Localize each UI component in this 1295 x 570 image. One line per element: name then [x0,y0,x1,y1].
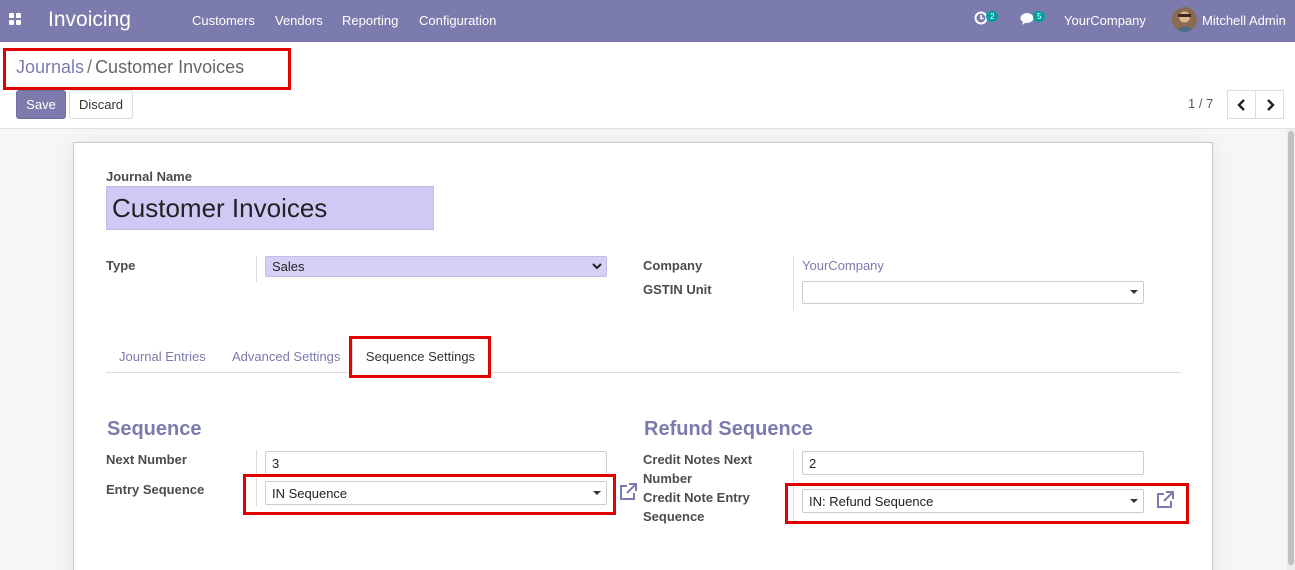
pager-value[interactable]: 1 / 7 [1188,96,1213,111]
credit-note-entry-sequence-label: Credit Note Entry Sequence [643,488,750,526]
caret-down-icon [1130,290,1138,294]
refund-sequence-title: Refund Sequence [644,418,813,440]
breadcrumb-current: Customer Invoices [95,57,245,77]
tab-advanced-settings[interactable]: Advanced Settings [232,349,340,364]
entry-sequence-label: Entry Sequence [106,482,205,497]
external-link-icon[interactable] [1155,490,1175,510]
gstin-select[interactable] [802,281,1144,304]
tab-sequence-settings[interactable]: Sequence Settings [352,338,489,373]
apps-grid-icon[interactable] [9,13,23,27]
chevron-down-icon [592,263,602,270]
tab-journal-entries[interactable]: Journal Entries [119,349,206,364]
breadcrumb-separator: / [87,57,93,77]
breadcrumb: Journals / Customer Invoices [16,57,244,78]
top-navbar: Invoicing Customers Vendors Reporting Co… [0,0,1295,42]
sequence-title: Sequence [107,418,202,440]
next-number-label: Next Number [106,452,187,467]
type-label: Type [106,258,136,273]
field-separator [793,256,794,310]
company-label: Company [643,258,703,273]
label-line-1: Credit Notes Next [643,452,753,467]
type-select-value: Sales [272,259,305,274]
menu-vendors[interactable]: Vendors [275,13,323,28]
external-link-icon[interactable] [618,482,638,502]
menu-configuration[interactable]: Configuration [419,13,496,28]
label-line-2: Number [643,471,693,486]
avatar[interactable] [1172,7,1197,32]
discard-button[interactable]: Discard [69,90,133,119]
credit-note-entry-sequence-value: IN: Refund Sequence [809,494,934,509]
label-line-2: Sequence [643,509,705,524]
field-separator [256,450,257,506]
journal-name-field[interactable]: Customer Invoices [106,186,434,230]
entry-sequence-value: IN Sequence [272,486,348,501]
type-select[interactable]: Sales [265,256,607,277]
field-separator [256,256,257,282]
chevron-left-icon [1236,98,1245,111]
app-title[interactable]: Invoicing [48,8,131,32]
chevron-right-icon [1266,98,1275,111]
menu-customers[interactable]: Customers [192,13,255,28]
company-switcher[interactable]: YourCompany [1064,13,1146,28]
credit-notes-next-number-input[interactable]: 2 [802,451,1144,475]
company-value[interactable]: YourCompany [802,258,884,273]
credit-notes-next-number-label: Credit Notes Next Number [643,450,752,488]
user-menu[interactable]: Mitchell Admin [1202,13,1286,28]
gstin-label: GSTIN Unit [643,282,712,297]
next-number-input[interactable]: 3 [265,451,607,475]
messages-badge: 5 [1033,11,1046,22]
credit-note-entry-sequence-select[interactable]: IN: Refund Sequence [802,489,1144,513]
journal-name-label: Journal Name [106,169,192,184]
breadcrumb-journals[interactable]: Journals [16,57,84,77]
caret-down-icon [1130,499,1138,503]
entry-sequence-select[interactable]: IN Sequence [265,481,607,505]
label-line-1: Credit Note Entry [643,490,750,505]
tab-bar-line [106,372,1181,373]
pager-next-button[interactable] [1255,90,1284,119]
menu-reporting[interactable]: Reporting [342,13,398,28]
caret-down-icon [593,491,601,495]
scrollbar-thumb[interactable] [1288,131,1294,565]
pager-previous-button[interactable] [1227,90,1256,119]
activity-badge: 2 [986,11,999,22]
field-separator [793,450,794,525]
save-button[interactable]: Save [16,90,66,119]
